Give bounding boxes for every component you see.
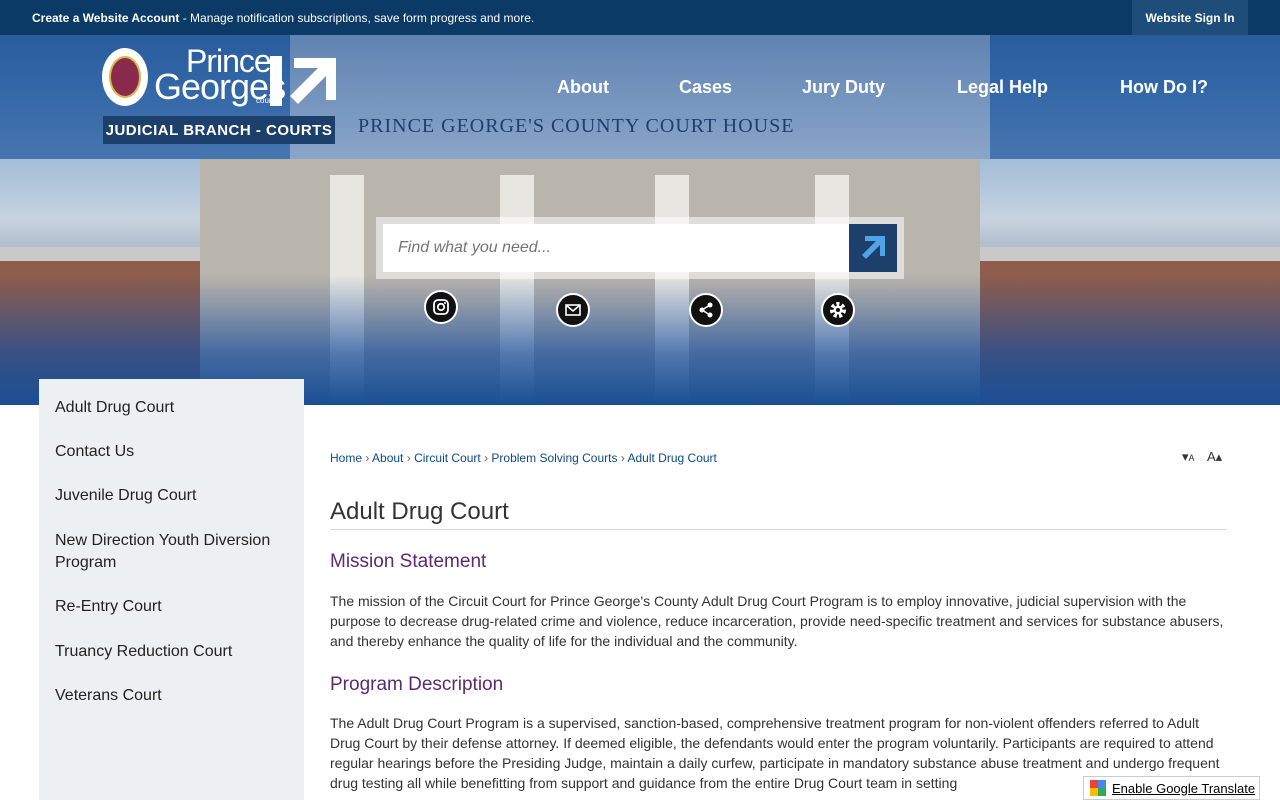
nav-how-do-i[interactable]: How Do I? [1120,77,1208,98]
instagram-icon[interactable] [424,290,458,324]
logo-arrow-icon [290,58,336,104]
nav-legal-help[interactable]: Legal Help [957,77,1048,98]
increase-font-label: A [1207,449,1216,464]
title-divider [330,529,1227,530]
sidebar-item-adult-drug-court[interactable]: Adult Drug Court [55,397,290,419]
breadcrumb-problem-solving[interactable]: Problem Solving Courts [491,451,617,465]
breadcrumb-circuit-court[interactable]: Circuit Court [414,451,481,465]
breadcrumb: Home › About › Circuit Court › Problem S… [330,451,717,465]
breadcrumb-home[interactable]: Home [330,451,362,465]
email-icon[interactable] [556,293,590,327]
courthouse-inscription: PRINCE GEORGE'S COUNTY COURT HOUSE [358,115,795,137]
website-sign-in-button[interactable]: Website Sign In [1132,0,1248,35]
create-account-description: - Manage notification subscriptions, sav… [179,11,535,25]
page-title: Adult Drug Court [330,498,509,525]
mission-text: The mission of the Circuit Court for Pri… [330,593,1224,649]
breadcrumb-about[interactable]: About [372,451,403,465]
search-box [376,217,904,279]
program-heading: Program Description [330,674,504,695]
translate-label: Enable Google Translate [1112,780,1256,796]
sidebar-item-truancy-reduction[interactable]: Truancy Reduction Court [55,641,290,663]
google-icon [1090,780,1106,796]
hero-roof-left [0,247,210,261]
search-input[interactable] [383,224,851,272]
nav-about[interactable]: About [557,77,609,98]
sidebar-item-new-direction-youth[interactable]: New Direction Youth Diversion Program [55,530,290,574]
hero-roof-right [975,247,1280,261]
sidebar-item-contact-us[interactable]: Contact Us [55,441,290,463]
sidebar-item-juvenile-drug-court[interactable]: Juvenile Drug Court [55,485,290,507]
decrease-font-label: A [1188,453,1195,463]
county-seal-icon [102,48,148,106]
nav-cases[interactable]: Cases [679,77,732,98]
google-translate-button[interactable]: Enable Google Translate [1083,776,1260,800]
judicial-branch-badge[interactable]: JUDICIAL BRANCH - COURTS [103,116,335,144]
logo-maryland-bar [270,56,282,106]
top-notification-bar: Create a Website Account - Manage notifi… [0,0,1280,35]
share-icon[interactable] [689,293,723,327]
sidebar-nav: Adult Drug Court Contact Us Juvenile Dru… [39,379,304,800]
sidebar-item-veterans-court[interactable]: Veterans Court [55,685,290,707]
decrease-font-button[interactable]: ▾A [1182,449,1195,465]
nav-jury-duty[interactable]: Jury Duty [802,77,885,98]
arrow-icon [862,236,885,259]
create-account-link[interactable]: Create a Website Account [32,11,179,25]
breadcrumb-adult-drug-court[interactable]: Adult Drug Court [628,451,717,465]
search-button[interactable] [849,224,897,272]
increase-font-button[interactable]: A▴ [1207,449,1222,465]
sidebar-item-re-entry-court[interactable]: Re-Entry Court [55,596,290,618]
mission-heading: Mission Statement [330,551,487,572]
create-account-notice[interactable]: Create a Website Account - Manage notifi… [32,11,534,25]
settings-icon[interactable] [821,293,855,327]
